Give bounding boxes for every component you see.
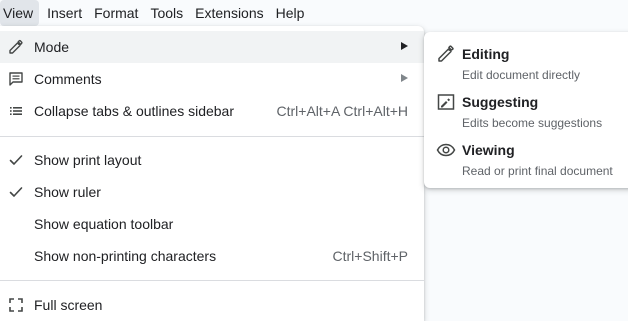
menu-bar: View Insert Format Tools Extensions Help [0,0,628,26]
menu-item-label: Show print layout [34,152,142,168]
fullscreen-icon [8,297,24,313]
mode-option-description: Read or print final document [462,164,613,178]
shortcut-text: Ctrl+Shift+P [332,248,408,264]
eye-icon [436,140,456,160]
menu-extensions[interactable]: Extensions [189,0,269,26]
mode-submenu: Editing Edit document directly Suggestin… [424,32,628,188]
menu-item-label: Collapse tabs & outlines sidebar [34,103,235,119]
mode-option-viewing[interactable]: Viewing Read or print final document [424,136,628,184]
view-menu-dropdown: Mode Comments Collapse tabs & outlines s… [0,26,424,321]
outline-list-icon [8,103,24,119]
mode-option-description: Edits become suggestions [462,116,603,130]
submenu-arrow-icon [401,74,408,82]
menu-help[interactable]: Help [270,0,311,26]
menu-item-label: Show equation toolbar [34,216,174,232]
menu-item-print-layout[interactable]: Show print layout [0,144,424,176]
mode-option-suggesting[interactable]: Suggesting Edits become suggestions [424,88,628,136]
menu-item-ruler[interactable]: Show ruler [0,176,424,208]
menu-item-comments[interactable]: Comments [0,63,424,95]
menu-view[interactable]: View [0,0,40,26]
menu-divider [0,280,424,281]
menu-item-equation-toolbar[interactable]: Show equation toolbar [0,208,424,240]
menu-divider [0,136,424,137]
menu-item-mode[interactable]: Mode [0,31,424,63]
mode-option-editing[interactable]: Editing Edit document directly [424,40,628,88]
pencil-icon [436,44,456,64]
mode-option-title: Viewing [462,142,515,158]
pencil-icon [8,39,24,55]
check-icon [8,152,24,168]
menu-tools[interactable]: Tools [144,0,189,26]
suggest-edit-icon [436,92,456,112]
shortcut-text: Ctrl+Alt+A Ctrl+Alt+H [276,103,409,119]
menu-insert[interactable]: Insert [41,0,88,26]
menu-item-non-printing[interactable]: Show non-printing characters Ctrl+Shift+… [0,240,424,272]
submenu-arrow-icon [401,42,408,50]
menu-item-label: Mode [34,39,70,55]
menu-item-full-screen[interactable]: Full screen [0,289,424,321]
mode-option-title: Suggesting [462,94,539,110]
menu-format[interactable]: Format [88,0,144,26]
mode-option-description: Edit document directly [462,68,581,82]
menu-item-label: Show non-printing characters [34,248,217,264]
menu-item-label: Comments [34,71,102,87]
menu-item-label: Full screen [34,297,103,313]
mode-option-title: Editing [462,46,510,62]
check-icon [8,184,24,200]
comment-icon [8,71,24,87]
menu-item-collapse-sidebar[interactable]: Collapse tabs & outlines sidebar Ctrl+Al… [0,95,424,127]
menu-item-label: Show ruler [34,184,101,200]
